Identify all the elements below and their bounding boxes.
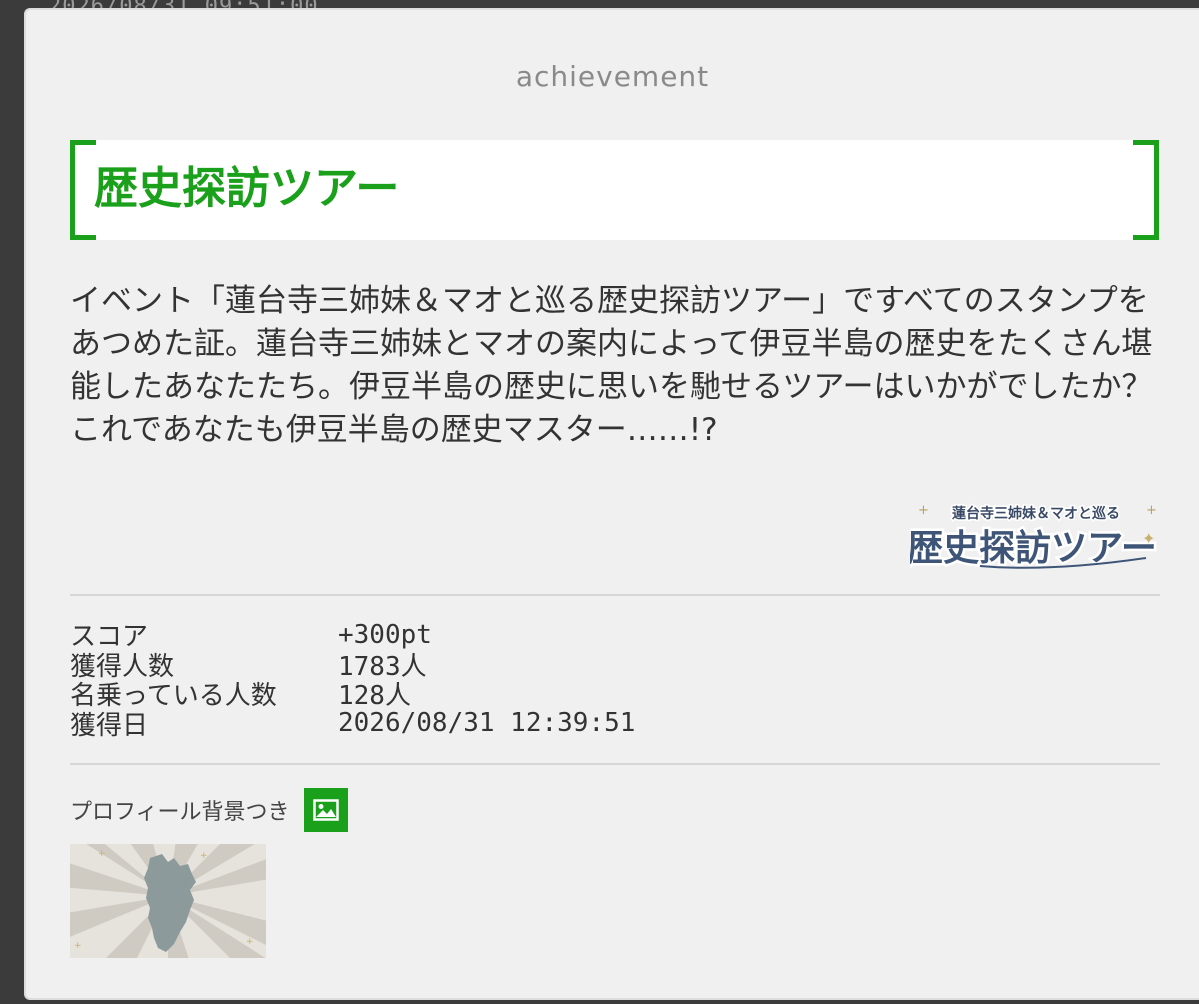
divider — [70, 594, 1160, 596]
event-logo-line1: 蓮台寺三姉妹＆マオと巡る — [952, 505, 1120, 522]
event-logo: + + 蓮台寺三姉妹＆マオと巡る 歴史探訪ツアー ✦ — [910, 503, 1159, 572]
profile-background-label: プロフィール背景つき — [70, 800, 290, 825]
achievement-title-box: 歴史探訪ツアー — [70, 140, 1159, 240]
svg-text:+: + — [246, 937, 254, 947]
stat-value: 2026/08/31 12:39:51 — [338, 708, 636, 739]
achievement-title: 歴史探訪ツアー — [94, 163, 400, 214]
svg-text:+: + — [1146, 503, 1157, 518]
right-bracket-decoration — [1133, 140, 1159, 240]
achievement-card: achievement 歴史探訪ツアー イベント「蓮台寺三姉妹＆マオと巡る歴史探… — [24, 8, 1199, 1000]
event-logo-line2: 歴史探訪ツアー — [910, 527, 1157, 569]
achievement-stats: スコア +300pt 獲得人数 1783人 名乗っている人数 128人 獲得日 … — [70, 620, 770, 741]
stat-value: 128人 — [338, 681, 411, 712]
svg-text:+: + — [98, 849, 106, 859]
left-bracket-decoration — [70, 140, 96, 240]
stat-label: 獲得日 — [70, 710, 149, 741]
svg-text:✦: ✦ — [1142, 529, 1155, 548]
divider — [70, 763, 1160, 765]
svg-text:+: + — [200, 851, 208, 861]
card-header: achievement — [515, 60, 710, 93]
profile-background-thumbnail[interactable]: + + + + — [70, 844, 266, 958]
svg-text:+: + — [74, 941, 82, 951]
achievement-description: イベント「蓮台寺三姉妹＆マオと巡る歴史探訪ツアー」ですべてのスタンプをあつめた証… — [70, 283, 1153, 448]
image-icon[interactable] — [303, 788, 348, 832]
profile-background-row: プロフィール背景つき — [70, 788, 348, 832]
svg-text:+: + — [918, 503, 929, 518]
stat-row-acquired-date: 獲得日 2026/08/31 12:39:51 — [70, 708, 770, 741]
